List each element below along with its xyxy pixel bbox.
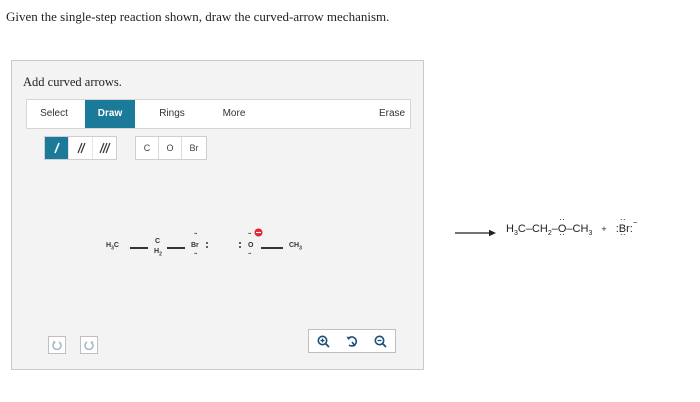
o-lone-pair-bottom: ·· — [248, 251, 252, 258]
atom-bromine[interactable]: Br — [181, 137, 206, 159]
o-lone-pair-left — [239, 242, 241, 250]
tab-draw[interactable]: Draw — [85, 100, 135, 128]
bond-c-c[interactable] — [130, 247, 148, 249]
question-text: Given the single-step reaction shown, dr… — [6, 9, 390, 24]
tab-select[interactable]: Select — [27, 100, 81, 128]
double-bond-icon — [76, 142, 86, 154]
undo-button[interactable] — [48, 336, 66, 354]
zoom-in-button[interactable] — [309, 330, 338, 352]
negative-charge-icon — [254, 228, 263, 237]
br-lone-pair-bottom: ·· — [194, 251, 198, 258]
bromine-atom[interactable]: Br — [191, 242, 199, 249]
atom-tools: C O Br — [135, 136, 207, 160]
br-lone-pair-top: ·· — [194, 231, 198, 238]
bond-c-br[interactable] — [167, 247, 185, 249]
zoom-in-icon — [317, 335, 330, 348]
bond-o-ch3[interactable] — [261, 247, 283, 249]
redo-icon — [84, 340, 94, 350]
single-bond-tool[interactable] — [45, 137, 68, 159]
zoom-controls — [308, 329, 396, 353]
o-lone-pair-top: ·· — [248, 231, 252, 238]
triple-bond-icon — [98, 142, 111, 154]
product-oxygen: O ·· ·· — [557, 214, 567, 239]
panel-title: Add curved arrows. — [23, 75, 122, 89]
drawing-panel: Add curved arrows. Select Draw Rings Mor… — [11, 60, 424, 370]
tab-erase[interactable]: Erase — [373, 100, 411, 128]
triple-bond-tool[interactable] — [92, 137, 116, 159]
atom-carbon[interactable]: C — [136, 137, 158, 159]
br-lone-pair-right — [206, 242, 208, 250]
toolbar: Select Draw Rings More Erase — [26, 99, 411, 129]
ch3-label[interactable]: CH3 — [289, 242, 302, 251]
reset-zoom-icon — [346, 335, 357, 347]
plus-sign: + — [601, 224, 607, 234]
oxygen-atom[interactable]: O — [248, 242, 253, 249]
zoom-out-icon — [374, 335, 387, 348]
double-bond-tool[interactable] — [68, 137, 92, 159]
single-bond-icon — [53, 142, 60, 154]
zoom-out-button[interactable] — [366, 330, 395, 352]
product-formula: H3C–CH2–O ·· ·· –CH3 + :Br: ·· ·· − — [506, 214, 638, 239]
tab-more[interactable]: More — [209, 100, 259, 128]
h2-label: H2 — [154, 248, 162, 258]
reaction-arrow-icon — [455, 229, 496, 237]
redo-button[interactable] — [80, 336, 98, 354]
undo-icon — [52, 340, 62, 350]
bromide-ion: :Br: ·· ·· − — [615, 214, 638, 239]
h3c-label[interactable]: H3C — [106, 242, 119, 251]
reset-zoom-button[interactable] — [338, 330, 367, 352]
atom-oxygen[interactable]: O — [158, 137, 181, 159]
tab-rings[interactable]: Rings — [149, 100, 195, 128]
bond-tools — [44, 136, 117, 160]
center-carbon[interactable]: C — [155, 238, 160, 245]
